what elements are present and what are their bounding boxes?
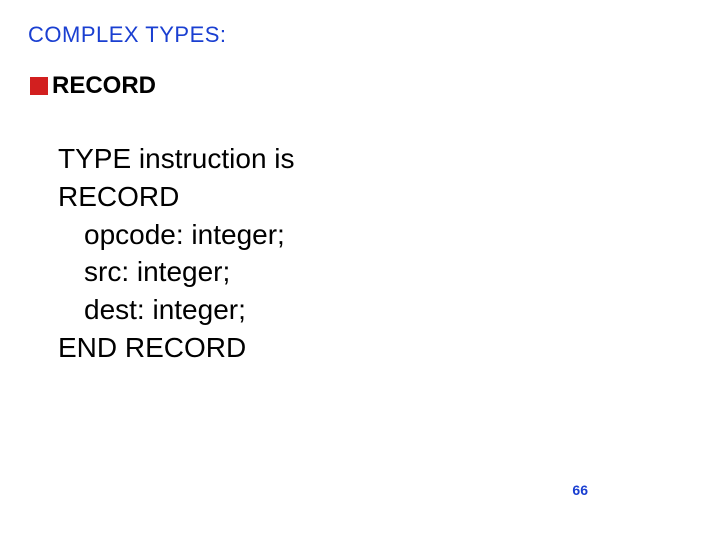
page-number: 66 [572, 482, 588, 498]
bullet-icon [30, 77, 48, 95]
body-line-6: END RECORD [58, 329, 295, 367]
body-line-1: TYPE instruction is [58, 140, 295, 178]
slide: COMPLEX TYPES: RECORD TYPE instruction i… [0, 0, 720, 540]
body-field-3: dest: integer; [58, 291, 295, 329]
body-text: TYPE instruction is RECORD opcode: integ… [58, 140, 295, 367]
slide-title: COMPLEX TYPES: [28, 22, 227, 48]
subheading-row: RECORD [30, 72, 156, 100]
body-field-2: src: integer; [58, 253, 295, 291]
subheading: RECORD [52, 72, 156, 100]
body-line-2: RECORD [58, 178, 295, 216]
body-field-1: opcode: integer; [58, 216, 295, 254]
